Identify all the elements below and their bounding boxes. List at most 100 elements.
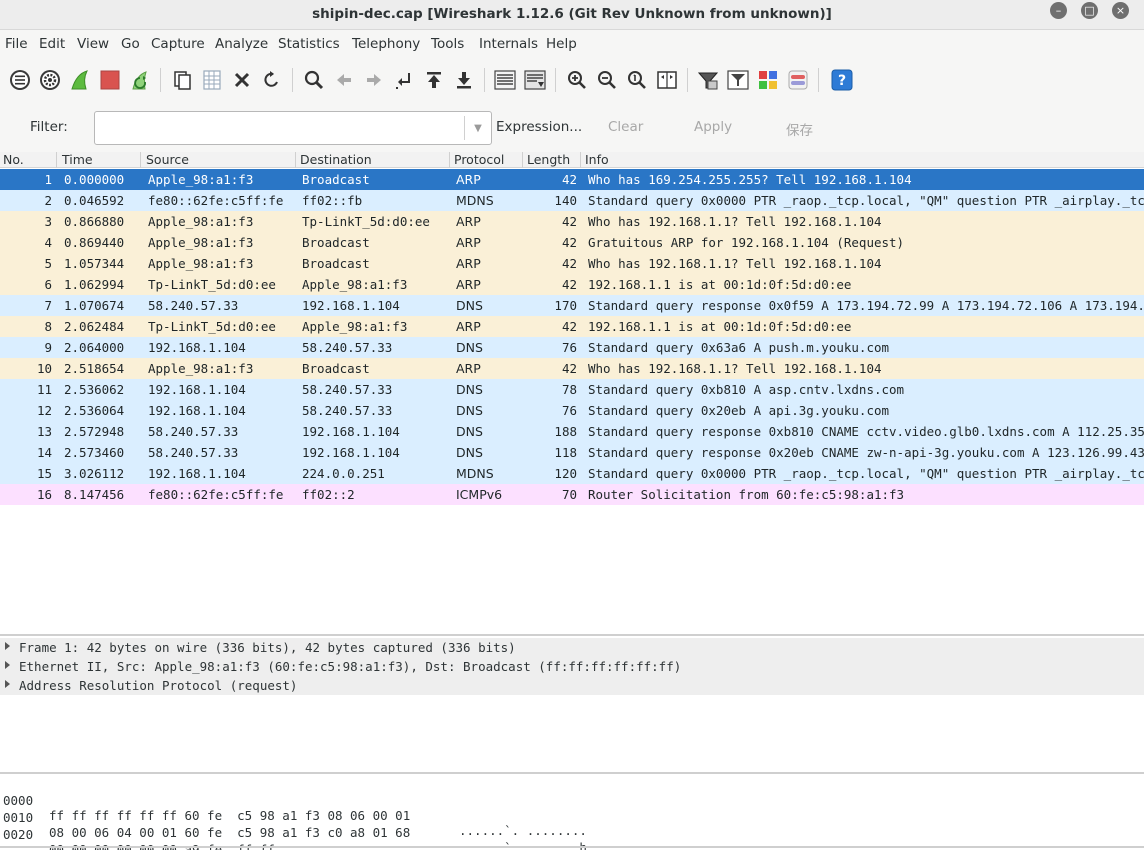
table-row[interactable]: 7 1.070674 58.240.57.33 192.168.1.104 DNS 170… [0,295,1144,316]
table-row[interactable]: 14 2.573460 58.240.57.33 192.168.1.104 DNS 11… [0,442,1144,463]
detail-row-arp[interactable]: Address Resolution Protocol (request) [0,676,1144,695]
table-row[interactable]: 6 1.062994 Tp-LinkT_5d:d0:ee Apple_98:a1:f3… [0,274,1144,295]
bytes-row[interactable]: 0010 08 00 06 04 00 01 60 fe c5 98 a1 f3… [0,795,587,850]
start-capture-shark-fin-icon[interactable] [68,68,92,92]
toolbar-separator [818,68,819,92]
packet-length: 188 [554,424,577,439]
restart-capture-icon[interactable] [128,68,152,92]
packet-length: 118 [554,445,577,460]
coloring-rules-icon[interactable] [756,68,780,92]
menu-view[interactable]: View [77,36,109,52]
resize-columns-icon[interactable] [655,68,679,92]
save-filter-button[interactable]: 保存 [786,119,813,139]
table-row[interactable]: 1 0.000000 Apple_98:a1:f3 Broadcast ARP 42 Who… [0,169,1144,190]
menu-capture[interactable]: Capture [151,36,205,52]
interfaces-icon[interactable] [8,68,32,92]
table-row[interactable]: 10 2.518654 Apple_98:a1:f3 Broadcast ARP 42 Wh… [0,358,1144,379]
packet-protocol: DNS [456,445,483,460]
packet-info: Who has 192.168.1.1? Tell 192.168.1.104 [588,361,882,376]
column-header-time[interactable]: Time [62,152,93,167]
menu-go[interactable]: Go [121,36,140,52]
column-header-protocol[interactable]: Protocol [454,152,504,167]
table-row[interactable]: 5 1.057344 Apple_98:a1:f3 Broadcast ARP 42 Who… [0,253,1144,274]
detail-row-frame[interactable]: Frame 1: 42 bytes on wire (336 bits), 42… [0,638,1144,657]
packet-protocol: ARP [456,277,481,292]
packet-destination: 192.168.1.104 [302,298,400,313]
zoom-in-icon[interactable] [565,68,589,92]
expand-arrow-icon[interactable] [5,680,10,688]
go-first-packet-icon[interactable] [422,68,446,92]
clear-button[interactable]: Clear [608,119,643,135]
expand-arrow-icon[interactable] [5,642,10,650]
preferences-toggle-icon[interactable] [786,68,810,92]
go-last-packet-icon[interactable] [452,68,476,92]
menu-internals[interactable]: Internals [479,36,538,52]
column-header-info[interactable]: Info [585,152,609,167]
colorize-list-icon[interactable] [493,68,517,92]
maximize-button[interactable]: □ [1081,2,1098,19]
bytes-row[interactable]: 0000 ff ff ff ff ff ff 60 fe c5 98 a1 f3… [0,778,587,838]
minimize-button[interactable]: – [1050,2,1067,19]
table-row[interactable]: 13 2.572948 58.240.57.33 192.168.1.104 DNS 18… [0,421,1144,442]
filter-dropdown-chevron-down-icon[interactable]: ▼ [464,116,491,140]
menu-file[interactable]: File [5,36,28,52]
menu-tools[interactable]: Tools [431,36,464,52]
zoom-out-icon[interactable] [595,68,619,92]
packet-protocol: MDNS [456,193,494,208]
table-row[interactable]: 9 2.064000 192.168.1.104 58.240.57.33 DNS 76 S… [0,337,1144,358]
table-row[interactable]: 15 3.026112 192.168.1.104 224.0.0.251 MDNS 12… [0,463,1144,484]
menu-edit[interactable]: Edit [39,36,65,52]
reload-icon[interactable] [260,68,284,92]
packet-destination: Apple_98:a1:f3 [302,277,408,292]
stop-capture-icon[interactable] [98,68,122,92]
packet-source: 58.240.57.33 [148,424,239,439]
capture-options-gear-icon[interactable] [38,68,62,92]
packet-list[interactable]: No. Time Source Destination Protocol Len… [0,152,1144,634]
display-filter-input[interactable] [94,111,492,145]
column-header-no[interactable]: No. [3,152,24,167]
toolbar-separator [555,68,556,92]
column-divider [295,152,296,168]
detail-row-ethernet[interactable]: Ethernet II, Src: Apple_98:a1:f3 (60:fe:… [0,657,1144,676]
open-file-icon[interactable] [170,68,194,92]
go-back-arrow-icon[interactable] [332,68,356,92]
table-row[interactable]: 4 0.869440 Apple_98:a1:f3 Broadcast ARP 42 Gra… [0,232,1144,253]
capture-filters-icon[interactable] [696,68,720,92]
go-forward-arrow-icon[interactable] [362,68,386,92]
packet-time: 0.046592 [64,193,125,208]
close-button[interactable]: × [1112,2,1129,19]
table-row[interactable]: 11 2.536062 192.168.1.104 58.240.57.33 DNS 78… [0,379,1144,400]
display-filters-icon[interactable] [726,68,750,92]
apply-button[interactable]: Apply [694,119,732,135]
toolbar-separator [687,68,688,92]
detail-row-text: Ethernet II, Src: Apple_98:a1:f3 (60:fe:… [19,659,682,674]
column-divider [580,152,581,168]
packet-length: 78 [561,382,577,397]
auto-scroll-list-icon[interactable] [523,68,547,92]
expression-button[interactable]: Expression... [496,119,582,135]
column-header-source[interactable]: Source [146,152,189,167]
find-packet-search-icon[interactable] [302,68,326,92]
packet-length: 170 [554,298,577,313]
help-question-icon[interactable]: ? [830,68,854,92]
menu-analyze[interactable]: Analyze [215,36,268,52]
zoom-normal-icon[interactable] [625,68,649,92]
column-header-length[interactable]: Length [527,152,570,167]
expand-arrow-icon[interactable] [5,661,10,669]
table-row[interactable]: 8 2.062484 Tp-LinkT_5d:d0:ee Apple_98:a1:f3… [0,316,1144,337]
go-to-packet-icon[interactable] [392,68,416,92]
column-header-destination[interactable]: Destination [300,152,372,167]
detail-row-text: Frame 1: 42 bytes on wire (336 bits), 42… [19,640,516,655]
column-divider [449,152,450,168]
table-row[interactable]: 2 0.046592 fe80::62fe:c5ff:fe ff02::fb MDNS 1… [0,190,1144,211]
table-row[interactable]: 16 8.147456 fe80::62fe:c5ff:fe ff02::2 ICMPv… [0,484,1144,505]
close-file-x-icon[interactable] [230,68,254,92]
table-row[interactable]: 3 0.866880 Apple_98:a1:f3 Tp-LinkT_5d:d0:ee… [0,211,1144,232]
menu-statistics[interactable]: Statistics [278,36,340,52]
file-grid-icon[interactable] [200,68,224,92]
table-row[interactable]: 12 2.536064 192.168.1.104 58.240.57.33 DNS 76… [0,400,1144,421]
menu-help[interactable]: Help [546,36,577,52]
packet-protocol: ARP [456,214,481,229]
bytes-row[interactable]: 0020 00 00 00 00 00 00 a9 fe ff ff .....… [0,812,275,850]
menu-telephony[interactable]: Telephony [352,36,420,52]
